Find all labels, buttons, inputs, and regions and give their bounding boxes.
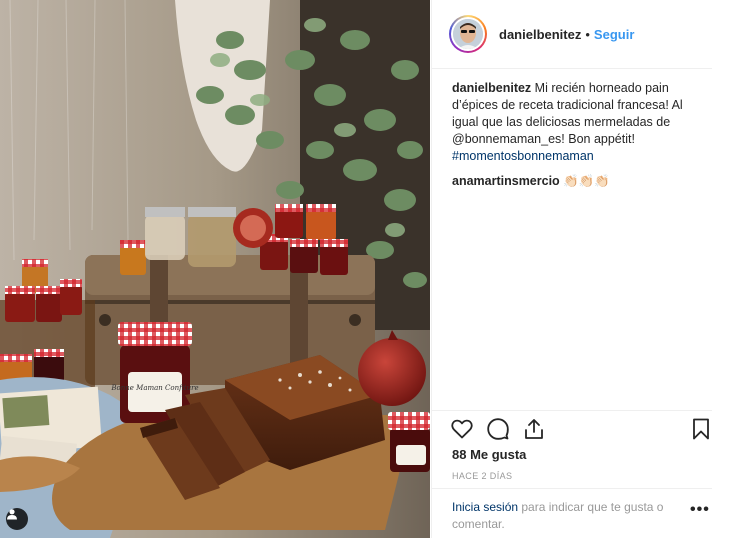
more-options-icon[interactable]: •••	[690, 501, 710, 519]
login-link[interactable]: Inicia sesión	[452, 500, 518, 514]
share-icon[interactable]	[522, 417, 546, 441]
post-photo[interactable]: Bonne Maman Confiture	[0, 0, 430, 538]
caption: danielbenitez Mi recién horneado pain d’…	[452, 80, 684, 165]
caption-username[interactable]: danielbenitez	[452, 81, 531, 95]
avatar-photo	[453, 19, 483, 49]
follow-button[interactable]: Seguir	[594, 27, 634, 42]
post-sidebar: danielbenitez • Seguir danielbenitez Mi …	[431, 0, 729, 538]
comment-footer: Inicia sesión para indicar que te gusta …	[432, 488, 712, 539]
comment-text: 👏🏻👏🏻👏🏻	[559, 174, 610, 188]
comments-section: danielbenitez Mi recién horneado pain d’…	[452, 80, 684, 190]
comment-icon[interactable]	[486, 417, 510, 441]
post-timestamp[interactable]: HACE 2 DÍAS	[452, 471, 512, 481]
comment-username[interactable]: anamartinsmercio	[452, 174, 560, 188]
avatar[interactable]	[449, 15, 487, 53]
separator-dot: •	[585, 26, 590, 42]
actions-bar	[432, 410, 712, 447]
heart-icon[interactable]	[450, 417, 474, 441]
post-photo-art: Bonne Maman Confiture	[0, 0, 430, 538]
user-tag-icon[interactable]	[6, 508, 28, 530]
login-prompt: Inicia sesión para indicar que te gusta …	[452, 499, 677, 533]
bookmark-icon[interactable]	[690, 417, 712, 441]
likes-count[interactable]: 88 Me gusta	[452, 447, 526, 462]
caption-hashtag[interactable]: #momentosbonnemaman	[452, 149, 594, 163]
post-header: danielbenitez • Seguir	[432, 0, 712, 69]
username-link[interactable]: danielbenitez	[499, 27, 581, 42]
jar-label: Bonne Maman Confiture	[110, 384, 198, 392]
comment-item: anamartinsmercio 👏🏻👏🏻👏🏻	[452, 173, 684, 190]
